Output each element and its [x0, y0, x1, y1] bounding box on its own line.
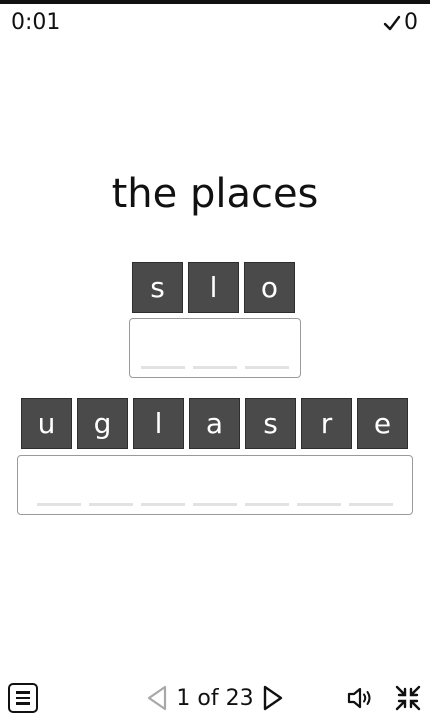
- letter-blank: [297, 503, 341, 506]
- pagination: 1 of 23: [140, 682, 290, 714]
- letter-tile[interactable]: r: [301, 398, 352, 449]
- bottom-toolbar: 1 of 23: [0, 676, 430, 720]
- letter-blank: [245, 366, 289, 369]
- next-arrow-icon[interactable]: [260, 684, 286, 712]
- letter-blank: [193, 366, 237, 369]
- score-value: 0: [404, 10, 418, 35]
- collapse-icon[interactable]: [393, 683, 423, 713]
- answer-box[interactable]: [17, 455, 413, 515]
- letter-blank: [141, 366, 185, 369]
- speaker-icon[interactable]: [346, 685, 376, 711]
- letter-blank: [193, 503, 237, 506]
- letter-tile-row: slo: [132, 262, 295, 313]
- letter-tile[interactable]: s: [132, 262, 183, 313]
- letter-tile[interactable]: e: [357, 398, 408, 449]
- letter-blank: [141, 503, 185, 506]
- prev-arrow-icon[interactable]: [144, 684, 170, 712]
- letter-blank: [245, 503, 289, 506]
- letter-tile[interactable]: s: [245, 398, 296, 449]
- letter-tile[interactable]: l: [133, 398, 184, 449]
- letter-tile[interactable]: g: [77, 398, 128, 449]
- timer: 0:01: [11, 10, 61, 35]
- letter-blank: [89, 503, 133, 506]
- letter-tile[interactable]: l: [188, 262, 239, 313]
- letter-tile[interactable]: u: [21, 398, 72, 449]
- letter-tile[interactable]: a: [189, 398, 240, 449]
- check-icon: [383, 15, 401, 31]
- prompt-text: the places: [111, 171, 319, 217]
- menu-icon: [16, 691, 30, 694]
- score-counter: 0: [382, 9, 418, 37]
- top-border: [0, 0, 430, 4]
- letter-blank: [37, 503, 81, 506]
- menu-button[interactable]: [8, 683, 38, 713]
- answer-box[interactable]: [129, 318, 301, 378]
- letter-blank: [349, 503, 393, 506]
- page-indicator: 1 of 23: [176, 685, 254, 711]
- letter-tile-row: uglasre: [21, 398, 408, 449]
- letter-tile[interactable]: o: [244, 262, 295, 313]
